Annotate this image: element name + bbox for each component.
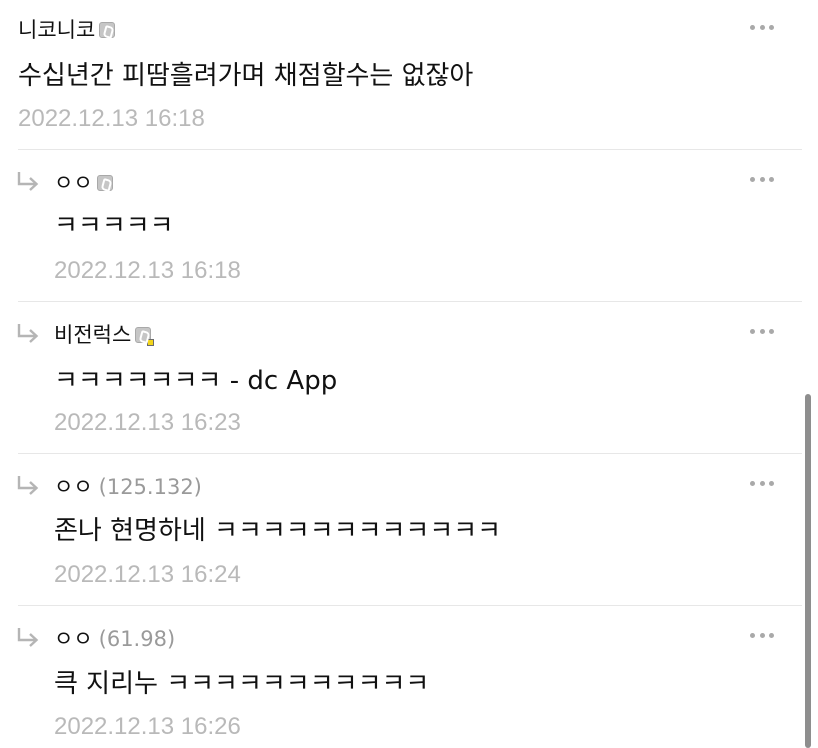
- author-ip: (125.132): [98, 475, 202, 499]
- comment-author[interactable]: ㅇㅇ: [54, 170, 113, 196]
- comment-timestamp: 2022.12.13 16:18: [18, 105, 205, 132]
- reply-arrow-icon: [16, 474, 40, 496]
- comment-timestamp: 2022.12.13 16:26: [54, 713, 241, 740]
- reply-arrow-icon: [16, 626, 40, 648]
- comment-content: 존나 현명하네 ㅋㅋㅋㅋㅋㅋㅋㅋㅋㅋㅋㅋ: [54, 516, 502, 546]
- fixed-nickname-gallog-icon[interactable]: [99, 22, 116, 38]
- comment-content: 수십년간 피땀흘려가며 채점할수는 없잖아: [18, 61, 474, 91]
- author-name[interactable]: 니코니코: [18, 17, 95, 43]
- comment-item: 니코니코 수십년간 피땀흘려가며 채점할수는 없잖아 2022.12.13 16…: [0, 0, 802, 150]
- comment-timestamp: 2022.12.13 16:23: [54, 409, 241, 436]
- comment-author[interactable]: 비전럭스: [54, 322, 155, 348]
- comment-timestamp: 2022.12.13 16:18: [54, 257, 241, 284]
- author-ip: (61.98): [98, 627, 176, 651]
- more-options-icon[interactable]: [750, 25, 774, 31]
- comment-author[interactable]: ㅇㅇ (61.98): [54, 626, 175, 652]
- comment-content: ㅋㅋㅋㅋㅋㅋㅋ - dc App: [54, 366, 338, 396]
- author-name[interactable]: 비전럭스: [54, 322, 131, 348]
- badge-dot: [147, 339, 155, 346]
- fixed-nickname-gallog-icon[interactable]: [96, 175, 113, 191]
- more-options-icon[interactable]: [750, 481, 774, 487]
- reply-arrow-icon: [16, 170, 40, 192]
- more-options-icon[interactable]: [750, 177, 774, 183]
- reply-arrow-icon: [16, 322, 40, 344]
- reply-item: 비전럭스 ㅋㅋㅋㅋㅋㅋㅋ - dc App 2022.12.13 16:23: [0, 302, 802, 454]
- comment-content: ㅋㅋㅋㅋㅋ: [54, 211, 174, 241]
- author-name[interactable]: ㅇㅇ: [54, 626, 93, 652]
- reply-item: ㅇㅇ (125.132) 존나 현명하네 ㅋㅋㅋㅋㅋㅋㅋㅋㅋㅋㅋㅋ 2022.1…: [0, 454, 802, 606]
- comment-content: 큭 지리누 ㅋㅋㅋㅋㅋㅋㅋㅋㅋㅋㅋ: [54, 669, 430, 699]
- more-options-icon[interactable]: [750, 329, 774, 335]
- author-name[interactable]: ㅇㅇ: [54, 170, 93, 196]
- scrollbar[interactable]: [805, 394, 811, 748]
- semi-fixed-nickname-gallog-icon[interactable]: [135, 327, 155, 346]
- comment-author[interactable]: ㅇㅇ (125.132): [54, 474, 202, 500]
- reply-item: ㅇㅇ (61.98) 큭 지리누 ㅋㅋㅋㅋㅋㅋㅋㅋㅋㅋㅋ 2022.12.13 …: [0, 606, 802, 748]
- more-options-icon[interactable]: [750, 633, 774, 639]
- author-name[interactable]: ㅇㅇ: [54, 474, 93, 500]
- reply-item: ㅇㅇ ㅋㅋㅋㅋㅋ 2022.12.13 16:18: [0, 150, 802, 302]
- comment-timestamp: 2022.12.13 16:24: [54, 561, 241, 588]
- comment-author[interactable]: 니코니코: [18, 17, 116, 43]
